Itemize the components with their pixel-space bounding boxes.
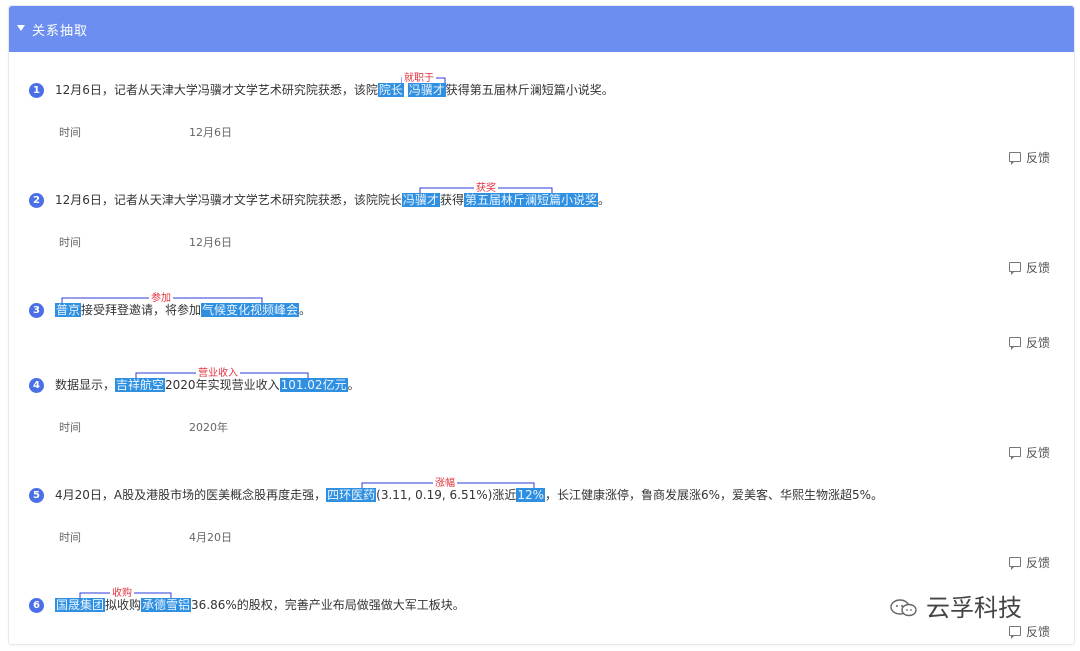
feedback-button[interactable]: 反馈	[1009, 259, 1050, 276]
meta-label: 时间	[59, 126, 81, 139]
sentence-text: 数据显示，	[55, 378, 116, 392]
comment-icon	[1009, 557, 1021, 570]
feedback-button[interactable]: 反馈	[1009, 554, 1050, 571]
feedback-button[interactable]: 反馈	[1009, 444, 1050, 461]
feedback-button[interactable]: 反馈	[1009, 334, 1050, 351]
collapse-caret-icon[interactable]	[17, 25, 25, 31]
entity-highlight[interactable]: 院长	[377, 83, 404, 97]
comment-icon	[1009, 447, 1021, 460]
comment-icon	[1009, 262, 1021, 275]
entity-highlight[interactable]: 气候变化视频峰会	[201, 303, 300, 317]
watermark: 云孚科技	[890, 588, 1022, 623]
sentence-text: 12月6日，记者从天津大学冯骥才文学艺术研究院获悉，该院	[55, 83, 378, 97]
entity-highlight[interactable]: 吉祥航空	[115, 378, 166, 392]
entity-highlight[interactable]: 普京	[55, 303, 82, 317]
sentence-text: 拟收购	[105, 598, 142, 612]
comment-icon	[1009, 337, 1021, 350]
relation-extraction-panel: 关系抽取 1 就职于 12月6日，记者从天津大学冯骥才文学艺术研究院获悉，该院院…	[8, 5, 1075, 645]
item-number-badge: 3	[29, 303, 44, 318]
feedback-label: 反馈	[1026, 625, 1051, 639]
entity-highlight[interactable]: 第五届林斤澜短篇小说奖	[463, 193, 598, 207]
entity-highlight[interactable]: 承德雪铝	[141, 598, 192, 612]
entity-highlight[interactable]: 101.02亿元	[279, 378, 348, 392]
meta-value: 2020年	[189, 421, 228, 434]
comment-icon	[1009, 152, 1021, 165]
sentence-text: 获得	[439, 193, 464, 207]
panel-title: 关系抽取	[32, 24, 89, 39]
sentence-text: 4月20日，A股及港股市场的医美概念股再度走强，	[55, 488, 327, 502]
meta-value: 4月20日	[189, 531, 232, 544]
sentence-text: 。	[347, 378, 360, 392]
sentence-text: 获得第五届林斤澜短篇小说奖。	[445, 83, 614, 97]
sentence-text: ，长江健康涨停，鲁商发展涨6%，爱美客、华熙生物涨超5%。	[545, 488, 884, 502]
feedback-button[interactable]: 反馈	[1009, 623, 1050, 640]
item-number-badge: 4	[29, 378, 44, 393]
sentence: 国晟集团拟收购承德雪铝36.86%的股权，完善产业布局做强做大军工板块。	[55, 597, 465, 613]
entity-highlight[interactable]: 国晟集团	[55, 598, 106, 612]
meta-label: 时间	[59, 531, 81, 544]
sentence-text: 接受拜登邀请，将参加	[81, 303, 202, 317]
sentence: 普京接受拜登邀请，将参加气候变化视频峰会。	[55, 302, 311, 318]
sentence-text: 36.86%的股权，完善产业布局做强做大军工板块。	[191, 598, 465, 612]
entity-highlight[interactable]: 冯骥才	[401, 193, 440, 207]
entity-highlight[interactable]: 四环医药	[326, 488, 377, 502]
item-number-badge: 1	[29, 83, 44, 98]
meta-value: 12月6日	[189, 236, 232, 249]
sentence-text: 。	[597, 193, 610, 207]
meta-label: 时间	[59, 236, 81, 249]
sentence: 12月6日，记者从天津大学冯骥才文学艺术研究院获悉，该院院长冯骥才获得第五届林斤…	[55, 192, 610, 208]
item-number-badge: 6	[29, 598, 44, 613]
feedback-button[interactable]: 反馈	[1009, 149, 1050, 166]
entity-highlight[interactable]: 12%	[516, 488, 545, 502]
feedback-label: 反馈	[1026, 151, 1051, 165]
watermark-text: 云孚科技	[926, 594, 1022, 622]
feedback-label: 反馈	[1026, 336, 1051, 350]
item-number-badge: 2	[29, 193, 44, 208]
sentence-text: 。	[299, 303, 312, 317]
item-number-badge: 5	[29, 488, 44, 503]
sentence-text: 12月6日，记者从天津大学冯骥才文学艺术研究院获悉，该院院长	[55, 193, 402, 207]
wechat-icon	[890, 599, 917, 617]
meta-value: 12月6日	[189, 126, 232, 139]
feedback-label: 反馈	[1026, 446, 1051, 460]
sentence-text: 2020年实现营业收入	[165, 378, 280, 392]
sentence-text: (3.11, 0.19, 6.51%)涨近	[376, 488, 517, 502]
panel-header[interactable]: 关系抽取	[9, 6, 1074, 52]
meta-label: 时间	[59, 421, 81, 434]
sentence: 12月6日，记者从天津大学冯骥才文学艺术研究院获悉，该院院长 冯骥才获得第五届林…	[55, 82, 614, 98]
sentence: 4月20日，A股及港股市场的医美概念股再度走强，四环医药(3.11, 0.19,…	[55, 487, 883, 503]
entity-highlight[interactable]: 冯骥才	[407, 83, 446, 97]
feedback-label: 反馈	[1026, 556, 1051, 570]
feedback-label: 反馈	[1026, 261, 1051, 275]
comment-icon	[1009, 626, 1021, 639]
sentence: 数据显示，吉祥航空2020年实现营业收入101.02亿元。	[55, 377, 360, 393]
